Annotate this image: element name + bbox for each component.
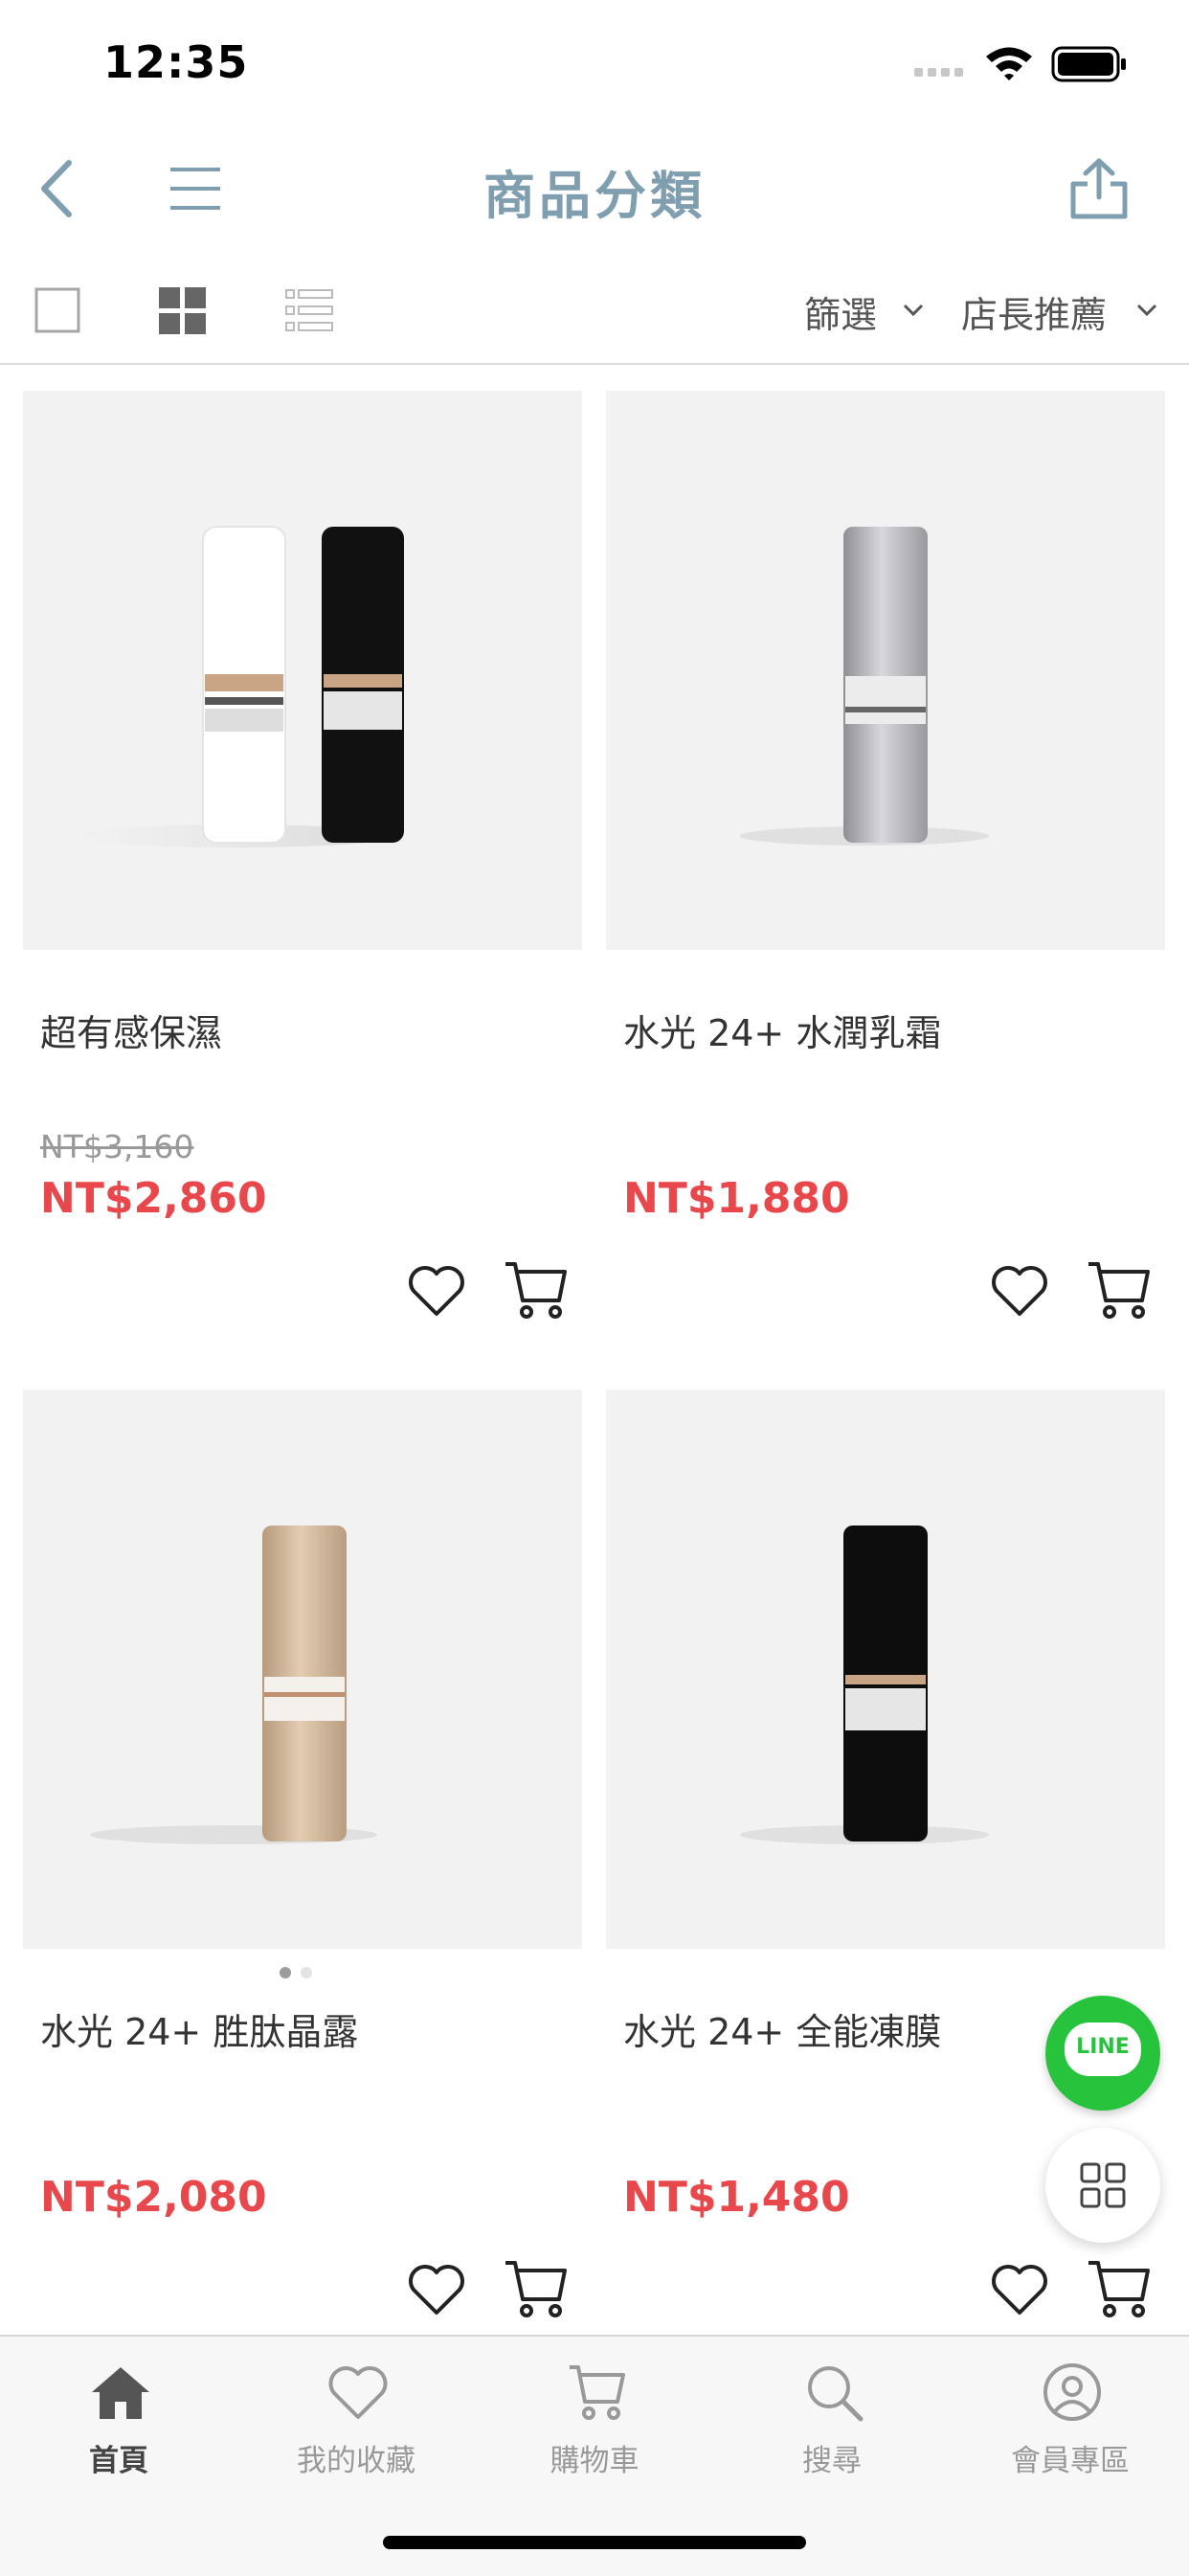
product-bottle-image (90, 1525, 377, 1844)
product-card[interactable]: 水光 24+ 胜肽晶露 NT$2,080 (23, 1390, 582, 2366)
user-icon (1043, 2363, 1101, 2421)
tab-label: 會員專區 (1011, 2444, 1130, 2478)
add-to-cart-icon[interactable] (502, 2257, 569, 2320)
home-icon (92, 2367, 149, 2419)
sort-chevron-down-icon (1136, 304, 1157, 317)
battery-icon (1051, 46, 1126, 82)
toolbar-divider (0, 363, 1189, 365)
product-price: NT$2,080 (40, 2173, 267, 2222)
share-icon[interactable] (1068, 157, 1130, 220)
tab-cart[interactable]: 購物車 (476, 2337, 713, 2509)
product-image[interactable] (23, 1390, 582, 1949)
grid-view-icon[interactable] (159, 287, 207, 335)
line-logo-icon: LINE (1065, 2022, 1141, 2076)
line-label: LINE (1076, 2035, 1130, 2059)
product-name[interactable]: 水光 24+ 水潤乳霜 (623, 1004, 941, 1056)
product-name[interactable]: 超有感保濕 (40, 1004, 222, 1056)
page-title: 商品分類 (483, 166, 706, 226)
filter-label: 篩選 (804, 294, 878, 336)
line-chat-button[interactable]: LINE (1045, 1996, 1160, 2111)
add-to-cart-icon[interactable] (1085, 2257, 1152, 2320)
product-bottles-image (71, 526, 404, 847)
carousel-dot[interactable] (301, 1967, 312, 1978)
cellular-signal-icon (914, 68, 963, 77)
favorite-heart-icon[interactable] (989, 2259, 1050, 2320)
tab-label: 首頁 (89, 2444, 148, 2478)
favorite-heart-icon[interactable] (406, 1260, 467, 1322)
product-price: NT$1,480 (623, 2173, 850, 2222)
add-to-cart-icon[interactable] (502, 1258, 569, 1322)
product-image[interactable] (606, 391, 1165, 950)
filter-button[interactable]: 篩選 (804, 285, 877, 338)
status-time: 12:35 (103, 36, 249, 88)
image-carousel-dots (280, 1964, 322, 1982)
quick-menu-button[interactable] (1045, 2128, 1160, 2243)
filter-chevron-down-icon (903, 304, 924, 317)
search-icon (808, 2366, 864, 2422)
product-image[interactable] (23, 391, 582, 950)
list-view-icon[interactable] (285, 289, 333, 331)
single-column-view-icon[interactable] (34, 287, 80, 333)
product-name[interactable]: 水光 24+ 全能凍膜 (623, 2002, 941, 2055)
favorite-heart-icon[interactable] (406, 2259, 467, 2320)
wifi-icon (986, 47, 1032, 80)
add-to-cart-icon[interactable] (1085, 1258, 1152, 1322)
product-image[interactable] (606, 1390, 1165, 1949)
tab-home[interactable]: 首頁 (0, 2337, 237, 2509)
product-card[interactable]: 水光 24+ 水潤乳霜 NT$1,880 (606, 391, 1165, 1367)
cart-icon (570, 2365, 625, 2420)
product-card[interactable]: 超有感保濕 NT$3,160 NT$2,860 (23, 391, 582, 1367)
product-bottle-image (740, 1525, 989, 1844)
product-original-price: NT$3,160 (40, 1128, 194, 1165)
tab-member[interactable]: 會員專區 (952, 2337, 1189, 2509)
favorite-heart-icon[interactable] (989, 1260, 1050, 1322)
product-price: NT$2,860 (40, 1174, 267, 1223)
tab-label: 購物車 (550, 2444, 639, 2478)
tab-search[interactable]: 搜尋 (713, 2337, 951, 2509)
product-bottle-image (740, 527, 989, 846)
tab-label: 搜尋 (802, 2444, 862, 2478)
home-indicator (383, 2536, 806, 2549)
product-price: NT$1,880 (623, 1174, 850, 1223)
carousel-dot[interactable] (280, 1967, 291, 1978)
grid-menu-icon (1080, 2162, 1126, 2208)
product-name[interactable]: 水光 24+ 胜肽晶露 (40, 2002, 358, 2055)
sort-label: 店長推薦 (961, 294, 1108, 336)
sort-button[interactable]: 店長推薦 (961, 285, 1107, 338)
tab-label: 我的收藏 (297, 2444, 415, 2478)
heart-icon (328, 2366, 388, 2419)
tab-favorites[interactable]: 我的收藏 (237, 2337, 475, 2509)
